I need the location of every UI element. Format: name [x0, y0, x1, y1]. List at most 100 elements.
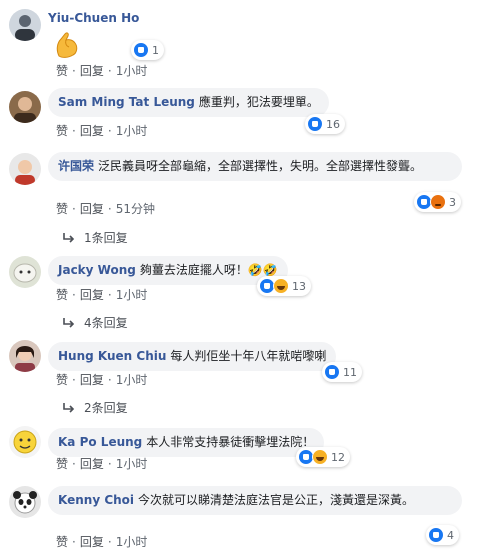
reaction-count: 12 [331, 450, 345, 464]
like-link[interactable]: 赞 [56, 288, 68, 302]
view-replies-link[interactable]: 4条回复 [62, 315, 128, 331]
view-replies-link[interactable]: 1条回复 [62, 230, 128, 246]
avatar[interactable] [9, 256, 41, 288]
comment-sam-ming-tat-leung: Sam Ming Tat Leung 應重判，犯法要埋單。 16 赞 · 回复 · 1小时 [0, 88, 492, 144]
avatar[interactable] [9, 340, 41, 372]
like-link[interactable]: 赞 [56, 64, 68, 78]
reply-arrow-icon [63, 318, 75, 328]
separator-dot: · [72, 288, 76, 302]
reaction-summary[interactable]: 3 [414, 192, 461, 212]
separator-dot: · [72, 457, 76, 471]
comment-author[interactable]: Kenny Choi [58, 493, 134, 507]
avatar[interactable] [9, 9, 41, 41]
separator-dot: · [107, 288, 112, 302]
comment-timestamp[interactable]: 1小时 [116, 373, 148, 387]
like-reaction-icon [324, 364, 340, 380]
separator-dot: · [72, 373, 76, 387]
separator-dot: · [107, 457, 112, 471]
comment-text: 本人非常支持暴徒衝擊埋法院！ [146, 435, 315, 449]
comment-actions: 赞 · 回复 · 1小时 [56, 372, 147, 388]
reaction-summary[interactable]: 12 [296, 447, 350, 467]
comment-timestamp[interactable]: 1小时 [116, 124, 148, 138]
like-link[interactable]: 赞 [56, 202, 68, 216]
comment-actions: 赞 · 回复 · 1小时 [56, 287, 147, 303]
comment-author[interactable]: Ka Po Leung [58, 435, 142, 449]
separator-dot: · [107, 124, 112, 138]
comment-timestamp[interactable]: 1小时 [116, 457, 148, 471]
replies-count-label: 2条回复 [84, 401, 128, 415]
like-link[interactable]: 赞 [56, 535, 68, 549]
reply-link[interactable]: 回复 [80, 124, 104, 138]
comment-author[interactable]: 许国荣 [58, 159, 94, 173]
comment-bubble: Hung Kuen Chiu 每人判佢坐十年八年就啱嚟喇 [48, 342, 337, 371]
comment-text: 今次就可以睇清楚法庭法官是公正，淺黃還是深黃。 [138, 493, 415, 507]
comment-bubble: Sam Ming Tat Leung 應重判，犯法要埋單。 [48, 88, 329, 117]
avatar[interactable] [9, 91, 41, 123]
comment-actions: 赞 · 回复 · 1小时 [56, 534, 147, 550]
comment-author[interactable]: Jacky Wong [58, 263, 136, 277]
like-link[interactable]: 赞 [56, 457, 68, 471]
comment-hung-kuen-chiu: Hung Kuen Chiu 每人判佢坐十年八年就啱嚟喇 11 赞 · 回复 · 1小时 … [0, 340, 492, 420]
comment-text: 每人判佢坐十年八年就啱嚟喇 [170, 349, 327, 363]
avatar[interactable] [9, 426, 41, 458]
separator-dot: · [107, 64, 112, 78]
reaction-summary[interactable]: 4 [426, 525, 459, 545]
comment-bubble: Ka Po Leung 本人非常支持暴徒衝擊埋法院！ [48, 428, 325, 457]
reply-link[interactable]: 回复 [80, 202, 104, 216]
like-reaction-icon [307, 116, 323, 132]
angry-reaction-icon [430, 194, 446, 210]
comment-timestamp[interactable]: 1小时 [116, 64, 148, 78]
separator-dot: · [72, 64, 76, 78]
comment-timestamp[interactable]: 1小时 [116, 288, 148, 302]
reply-link[interactable]: 回复 [80, 373, 104, 387]
flexed-biceps-icon [56, 32, 78, 58]
comment-actions: 赞 · 回复 · 1小时 [56, 63, 147, 79]
comment-bubble: Yiu-Chuen Ho [48, 10, 143, 26]
reply-link[interactable]: 回复 [80, 457, 104, 471]
reaction-count: 11 [343, 365, 357, 379]
comment-yiu-chuen-ho: Yiu-Chuen Ho 1 赞 · 回复 · 1小时 [0, 0, 492, 80]
reaction-count: 1 [152, 43, 159, 57]
haha-reaction-icon [273, 278, 289, 294]
comment-author[interactable]: Sam Ming Tat Leung [58, 95, 195, 109]
comment-bubble: 许国荣 泛民義員呀全部龜縮，全部選擇性，失明。全部選擇性發聾。 [48, 152, 462, 181]
avatar[interactable] [9, 486, 41, 518]
comment-bubble: Kenny Choi 今次就可以睇清楚法庭法官是公正，淺黃還是深黃。 [48, 486, 462, 515]
separator-dot: · [107, 535, 112, 549]
like-link[interactable]: 赞 [56, 124, 68, 138]
separator-dot: · [72, 535, 76, 549]
reply-arrow-icon [63, 233, 75, 243]
comment-bubble: Jacky Wong 夠薑去法庭擺人呀！🤣🤣 [48, 256, 288, 285]
separator-dot: · [107, 373, 112, 387]
avatar[interactable] [9, 153, 41, 185]
reaction-summary[interactable]: 13 [257, 276, 311, 296]
comment-author[interactable]: Hung Kuen Chiu [58, 349, 166, 363]
separator-dot: · [72, 202, 76, 216]
reaction-count: 4 [447, 528, 454, 542]
reply-link[interactable]: 回复 [80, 288, 104, 302]
comment-actions: 赞 · 回复 · 1小时 [56, 456, 147, 472]
haha-reaction-icon [312, 449, 328, 465]
comment-ka-po-leung: Ka Po Leung 本人非常支持暴徒衝擊埋法院！ 12 赞 · 回复 · 1小时 [0, 426, 492, 482]
like-link[interactable]: 赞 [56, 373, 68, 387]
separator-dot: · [72, 124, 76, 138]
reaction-summary[interactable]: 1 [131, 40, 164, 60]
reply-link[interactable]: 回复 [80, 64, 104, 78]
replies-count-label: 4条回复 [84, 316, 128, 330]
reaction-summary[interactable]: 11 [322, 362, 362, 382]
separator-dot: · [107, 202, 112, 216]
comment-text: 應重判，犯法要埋單。 [198, 95, 319, 109]
comment-actions: 赞 · 回复 · 51分钟 [56, 201, 155, 217]
comment-timestamp[interactable]: 51分钟 [116, 202, 155, 216]
comment-author[interactable]: Yiu-Chuen Ho [48, 11, 139, 25]
view-replies-link[interactable]: 2条回复 [62, 400, 128, 416]
like-reaction-icon [428, 527, 444, 543]
comment-text: 夠薑去法庭擺人呀！🤣🤣 [139, 263, 278, 277]
comment-text: 泛民義員呀全部龜縮，全部選擇性，失明。全部選擇性發聾。 [98, 159, 423, 173]
reply-link[interactable]: 回复 [80, 535, 104, 549]
reaction-count: 13 [292, 279, 306, 293]
comment-jacky-wong: Jacky Wong 夠薑去法庭擺人呀！🤣🤣 13 赞 · 回复 · 1小时 4条回复 [0, 256, 492, 336]
comment-timestamp[interactable]: 1小时 [116, 535, 148, 549]
reaction-summary[interactable]: 16 [305, 114, 345, 134]
replies-count-label: 1条回复 [84, 231, 128, 245]
